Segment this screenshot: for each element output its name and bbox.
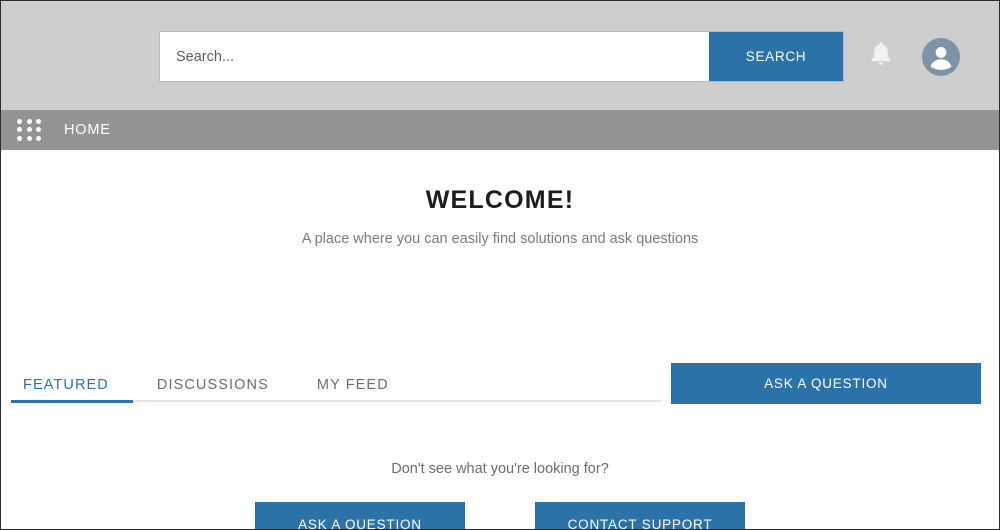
ask-a-question-button-bottom[interactable]: ASK A QUESTION bbox=[255, 502, 465, 529]
site-header: SEARCH bbox=[1, 1, 999, 110]
main-content: WELCOME! A place where you can easily fi… bbox=[1, 186, 999, 529]
app-launcher-grid-icon[interactable] bbox=[17, 119, 43, 141]
page-title: WELCOME! bbox=[425, 186, 575, 214]
ask-a-question-button-top[interactable]: ASK A QUESTION bbox=[671, 363, 981, 404]
search-button[interactable]: SEARCH bbox=[709, 32, 843, 81]
nav-item-home[interactable]: HOME bbox=[64, 110, 111, 150]
bell-icon[interactable] bbox=[867, 41, 895, 71]
page-subtitle: A place where you can easily find soluti… bbox=[301, 231, 699, 247]
tab-list: FEATURED DISCUSSIONS MY FEED bbox=[11, 361, 413, 403]
tab-featured[interactable]: FEATURED bbox=[11, 377, 133, 403]
avatar[interactable] bbox=[922, 38, 960, 76]
page-root: SEARCH HOME WELCOME! A place where you c… bbox=[0, 0, 1000, 530]
search-input[interactable] bbox=[160, 32, 709, 81]
tab-my-feed[interactable]: MY FEED bbox=[293, 377, 413, 403]
search-bar: SEARCH bbox=[160, 32, 843, 81]
navigation-bar: HOME bbox=[1, 110, 999, 150]
tabs-row: FEATURED DISCUSSIONS MY FEED ASK A QUEST… bbox=[1, 361, 999, 411]
tab-discussions[interactable]: DISCUSSIONS bbox=[133, 377, 293, 403]
cta-button-group: ASK A QUESTION CONTACT SUPPORT bbox=[1, 502, 999, 529]
contact-support-button[interactable]: CONTACT SUPPORT bbox=[535, 502, 745, 529]
cta-prompt-text: Don't see what you're looking for? bbox=[391, 461, 609, 477]
